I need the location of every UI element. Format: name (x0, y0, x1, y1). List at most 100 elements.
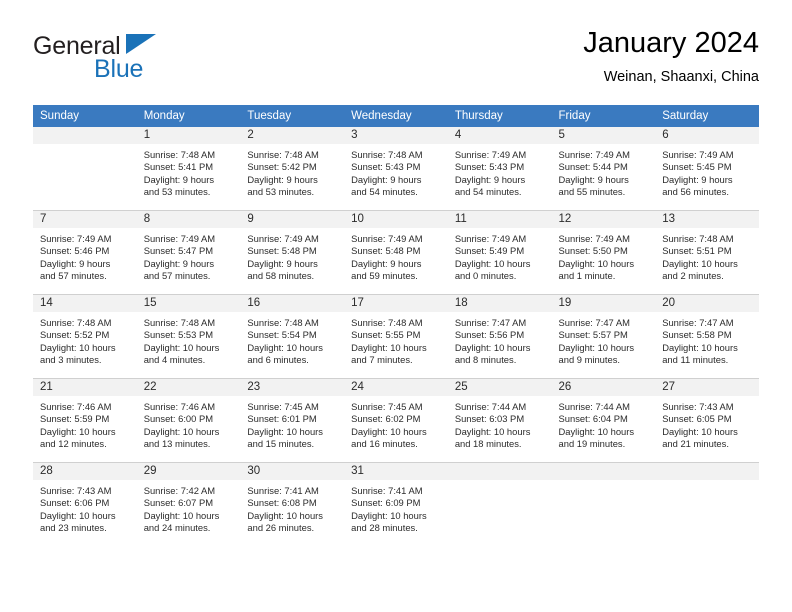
calendar-day-cell[interactable]: 3 Sunrise: 7:48 AM Sunset: 5:43 PM Daylight… (344, 127, 448, 211)
calendar-day-cell[interactable]: 7 Sunrise: 7:49 AM Sunset: 5:46 PM Daylight… (33, 210, 137, 295)
day-number (33, 127, 137, 144)
weekday-header-tuesday: Tuesday (240, 105, 345, 127)
calendar-day-cell[interactable]: 24 Sunrise: 7:45 AM Sunset: 6:02 PM Dayligh… (344, 378, 448, 463)
calendar-week-row: 21 Sunrise: 7:46 AM Sunset: 5:59 PM Dayligh… (33, 378, 759, 463)
daylight-text-line1: Daylight: 10 hours (143, 341, 220, 353)
calendar-day-cell[interactable]: 28 Sunrise: 7:43 AM Sunset: 6:06 PM Dayligh… (33, 462, 137, 546)
calendar-day-cell[interactable]: 18 Sunrise: 7:47 AM Sunset: 5:56 PM Dayligh… (447, 294, 552, 379)
day-details: Sunrise: 7:48 AM Sunset: 5:55 PM Daylight:… (344, 312, 448, 367)
daylight-text-line2: and 56 minutes. (662, 186, 729, 198)
day-number (551, 463, 656, 480)
day-details: Sunrise: 7:49 AM Sunset: 5:50 PM Daylight:… (552, 228, 656, 283)
sunrise-time: Sunrise: 7:43 AM (40, 485, 112, 496)
calendar-day-cell[interactable]: 11 Sunrise: 7:49 AM Sunset: 5:49 PM Dayligh… (447, 210, 552, 295)
calendar-day-cell[interactable]: 26 Sunrise: 7:44 AM Sunset: 6:04 PM Dayligh… (551, 378, 656, 463)
sunrise-time: Sunrise: 7:49 AM (454, 233, 527, 244)
day-number: 27 (655, 379, 759, 396)
calendar-day-cell[interactable]: 1 Sunrise: 7:48 AM Sunset: 5:41 PM Daylight… (136, 127, 241, 211)
day-details: Sunrise: 7:48 AM Sunset: 5:51 PM Daylight:… (655, 228, 759, 283)
calendar-day-cell[interactable]: 17 Sunrise: 7:48 AM Sunset: 5:55 PM Dayligh… (344, 294, 448, 379)
sunset-time: Sunset: 5:45 PM (662, 161, 732, 173)
daylight-text-line2: and 53 minutes. (143, 186, 211, 198)
daylight-text-line1: Daylight: 9 hours (143, 173, 215, 185)
daylight-text-line2: and 18 minutes. (454, 438, 522, 450)
sunset-time: Sunset: 5:50 PM (558, 245, 628, 257)
logo-text-blue: Blue (94, 55, 144, 83)
sunset-time: Sunset: 6:04 PM (558, 413, 628, 425)
sunrise-time: Sunrise: 7:45 AM (247, 401, 319, 412)
calendar-day-cell[interactable]: 4 Sunrise: 7:49 AM Sunset: 5:43 PM Daylight… (447, 127, 552, 211)
calendar-day-cell[interactable]: 15 Sunrise: 7:48 AM Sunset: 5:53 PM Dayligh… (136, 294, 241, 379)
calendar-day-cell[interactable]: 5 Sunrise: 7:49 AM Sunset: 5:44 PM Daylight… (551, 127, 656, 211)
calendar-week-row: 14 Sunrise: 7:48 AM Sunset: 5:52 PM Dayligh… (33, 294, 759, 379)
daylight-text-line1: Daylight: 9 hours (40, 257, 111, 269)
day-details: Sunrise: 7:49 AM Sunset: 5:48 PM Daylight:… (344, 228, 448, 283)
day-number: 11 (447, 211, 552, 228)
day-number: 22 (136, 379, 241, 396)
weekday-header-saturday: Saturday (655, 105, 759, 127)
page-title: January 2024 (583, 27, 759, 59)
calendar-day-cell[interactable]: 31 Sunrise: 7:41 AM Sunset: 6:09 PM Dayligh… (344, 462, 448, 546)
calendar-day-cell[interactable]: 22 Sunrise: 7:46 AM Sunset: 6:00 PM Dayligh… (136, 378, 241, 463)
sunset-time: Sunset: 5:51 PM (662, 245, 732, 257)
day-number: 25 (447, 379, 552, 396)
sunset-time: Sunset: 6:07 PM (143, 497, 214, 509)
sunrise-time: Sunrise: 7:48 AM (247, 317, 319, 328)
daylight-text-line1: Daylight: 10 hours (662, 341, 738, 353)
daylight-text-line1: Daylight: 9 hours (247, 173, 318, 185)
daylight-text-line2: and 53 minutes. (247, 186, 315, 198)
sunrise-time: Sunrise: 7:42 AM (143, 485, 216, 496)
calendar-day-cell[interactable]: 2 Sunrise: 7:48 AM Sunset: 5:42 PM Daylight… (240, 127, 345, 211)
day-details: Sunrise: 7:49 AM Sunset: 5:47 PM Daylight:… (137, 228, 241, 283)
triangle-logo-icon (126, 34, 156, 54)
calendar-day-cell[interactable]: 23 Sunrise: 7:45 AM Sunset: 6:01 PM Dayligh… (240, 378, 345, 463)
sunset-time: Sunset: 6:08 PM (247, 497, 317, 509)
calendar-day-cell[interactable]: 9 Sunrise: 7:49 AM Sunset: 5:48 PM Daylight… (240, 210, 345, 295)
calendar-day-cell[interactable]: 25 Sunrise: 7:44 AM Sunset: 6:03 PM Dayligh… (447, 378, 552, 463)
sunrise-time: Sunrise: 7:49 AM (662, 149, 734, 160)
calendar-day-cell[interactable]: 14 Sunrise: 7:48 AM Sunset: 5:52 PM Dayligh… (33, 294, 137, 379)
day-number: 21 (33, 379, 137, 396)
daylight-text-line2: and 55 minutes. (558, 186, 626, 198)
calendar-day-cell[interactable]: 12 Sunrise: 7:49 AM Sunset: 5:50 PM Dayligh… (551, 210, 656, 295)
daylight-text-line1: Daylight: 10 hours (143, 509, 220, 521)
calendar-day-cell[interactable]: 8 Sunrise: 7:49 AM Sunset: 5:47 PM Daylight… (136, 210, 241, 295)
sunrise-time: Sunrise: 7:46 AM (40, 401, 112, 412)
daylight-text-line1: Daylight: 10 hours (40, 509, 116, 521)
daylight-text-line1: Daylight: 10 hours (454, 425, 531, 437)
calendar-day-cell[interactable]: 30 Sunrise: 7:41 AM Sunset: 6:08 PM Dayligh… (240, 462, 345, 546)
daylight-text-line2: and 58 minutes. (247, 270, 315, 282)
sunset-time: Sunset: 5:42 PM (247, 161, 317, 173)
calendar-day-cell[interactable]: 6 Sunrise: 7:49 AM Sunset: 5:45 PM Daylight… (655, 127, 759, 211)
day-details: Sunrise: 7:49 AM Sunset: 5:43 PM Daylight:… (448, 144, 552, 199)
daylight-text-line1: Daylight: 10 hours (662, 257, 738, 269)
calendar-grid: Sunday Monday Tuesday Wednesday Thursday Frid… (33, 105, 759, 546)
sunrise-time: Sunrise: 7:41 AM (351, 485, 423, 496)
calendar-day-cell[interactable]: 21 Sunrise: 7:46 AM Sunset: 5:59 PM Dayligh… (33, 378, 137, 463)
day-number: 1 (136, 127, 241, 144)
day-details: Sunrise: 7:41 AM Sunset: 6:08 PM Daylight:… (240, 480, 344, 535)
sunset-time: Sunset: 5:57 PM (558, 329, 628, 341)
daylight-text-line2: and 28 minutes. (351, 522, 418, 534)
sunrise-time: Sunrise: 7:48 AM (351, 317, 423, 328)
day-details: Sunrise: 7:45 AM Sunset: 6:01 PM Daylight:… (240, 396, 344, 451)
calendar-day-cell[interactable]: 29 Sunrise: 7:42 AM Sunset: 6:07 PM Dayligh… (136, 462, 241, 546)
sunrise-time: Sunrise: 7:46 AM (143, 401, 216, 412)
sunset-time: Sunset: 6:05 PM (662, 413, 732, 425)
daylight-text-line2: and 16 minutes. (351, 438, 418, 450)
sunset-time: Sunset: 6:03 PM (454, 413, 525, 425)
day-number: 4 (447, 127, 552, 144)
calendar-day-cell[interactable]: 13 Sunrise: 7:48 AM Sunset: 5:51 PM Dayligh… (655, 210, 759, 295)
calendar-day-cell[interactable]: 20 Sunrise: 7:47 AM Sunset: 5:58 PM Dayligh… (655, 294, 759, 379)
calendar-day-cell[interactable]: 27 Sunrise: 7:43 AM Sunset: 6:05 PM Dayligh… (655, 378, 759, 463)
calendar-day-cell[interactable]: 16 Sunrise: 7:48 AM Sunset: 5:54 PM Dayligh… (240, 294, 345, 379)
sunset-time: Sunset: 5:54 PM (247, 329, 317, 341)
daylight-text-line1: Daylight: 9 hours (247, 257, 318, 269)
day-details: Sunrise: 7:49 AM Sunset: 5:46 PM Daylight:… (33, 228, 137, 283)
calendar-day-cell[interactable]: 10 Sunrise: 7:49 AM Sunset: 5:48 PM Dayligh… (344, 210, 448, 295)
weekday-header-wednesday: Wednesday (344, 105, 448, 127)
generalblue-logo[interactable]: General Blue (33, 32, 263, 92)
calendar-day-cell[interactable]: 19 Sunrise: 7:47 AM Sunset: 5:57 PM Dayligh… (551, 294, 656, 379)
weekday-header-thursday: Thursday (447, 105, 552, 127)
daylight-text-line2: and 11 minutes. (662, 354, 729, 366)
